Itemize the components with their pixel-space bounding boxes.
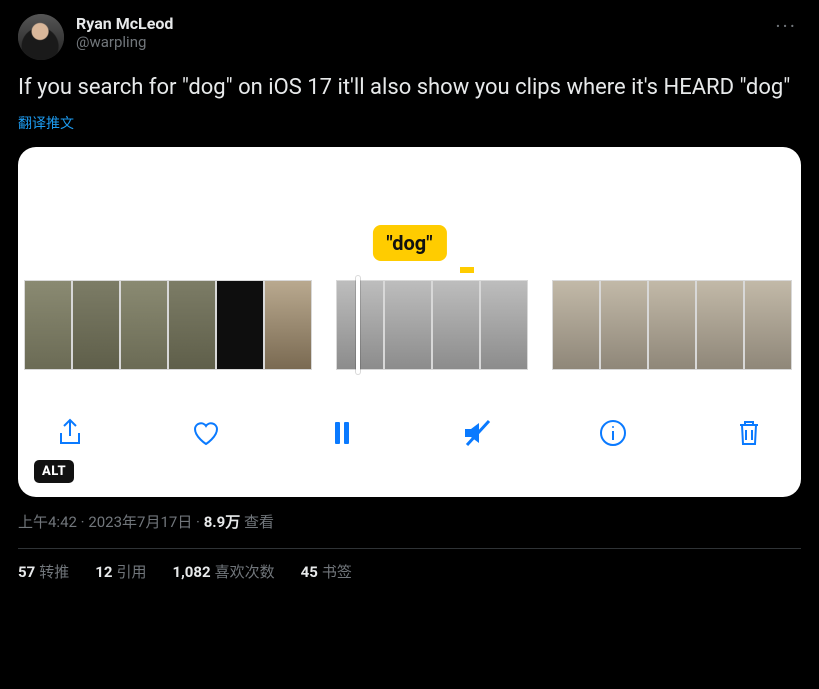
- share-button[interactable]: [50, 413, 90, 453]
- info-icon: [597, 417, 629, 449]
- info-button[interactable]: [593, 413, 633, 453]
- more-button[interactable]: ···: [771, 14, 801, 38]
- tweet: Ryan McLeod @warpling ··· If you search …: [18, 14, 801, 582]
- video-frame: [72, 280, 120, 370]
- video-frame: [552, 280, 600, 370]
- tweet-text: If you search for "dog" on iOS 17 it'll …: [18, 74, 801, 103]
- video-scrubber-strip[interactable]: [18, 280, 801, 370]
- video-frame: [480, 280, 528, 370]
- like-button[interactable]: [186, 413, 226, 453]
- stat-retweets[interactable]: 57转推: [18, 561, 69, 582]
- tweet-stats: 57转推 12引用 1,082喜欢次数 45书签: [18, 561, 801, 582]
- translate-link[interactable]: 翻译推文: [18, 113, 74, 133]
- video-frame: [744, 280, 792, 370]
- tweet-meta: 上午4:42 2023年7月17日 8.9万 查看: [18, 511, 801, 532]
- views-count: 8.9万: [204, 513, 241, 531]
- media-toolbar: [18, 403, 801, 463]
- video-frame: [384, 280, 432, 370]
- playhead[interactable]: [356, 276, 360, 374]
- video-frame: [696, 280, 744, 370]
- tweet-time[interactable]: 上午4:42: [18, 513, 77, 531]
- pause-icon: [326, 417, 358, 449]
- pause-button[interactable]: [322, 413, 362, 453]
- video-frame: [648, 280, 696, 370]
- clip-group-3[interactable]: [552, 280, 792, 370]
- video-frame: [216, 280, 264, 370]
- search-term-flag: "dog": [372, 225, 446, 261]
- avatar[interactable]: [18, 14, 64, 60]
- stat-likes[interactable]: 1,082喜欢次数: [172, 561, 274, 582]
- tweet-date[interactable]: 2023年7月17日: [88, 513, 192, 531]
- flag-tick: [460, 267, 474, 273]
- stat-bookmarks[interactable]: 45书签: [301, 561, 352, 582]
- clip-group-1[interactable]: [24, 280, 312, 370]
- video-frame: [600, 280, 648, 370]
- tweet-header: Ryan McLeod @warpling ···: [18, 14, 801, 60]
- video-frame: [336, 280, 384, 370]
- author-handle: @warpling: [76, 33, 771, 51]
- video-frame: [120, 280, 168, 370]
- heart-icon: [190, 417, 222, 449]
- views-label: 查看: [244, 513, 274, 531]
- media-card[interactable]: "dog": [18, 147, 801, 497]
- video-frame: [432, 280, 480, 370]
- trash-button[interactable]: [729, 413, 769, 453]
- video-frame: [24, 280, 72, 370]
- trash-icon: [733, 417, 765, 449]
- alt-badge[interactable]: ALT: [34, 460, 74, 483]
- clip-group-2[interactable]: [336, 280, 528, 370]
- video-frame: [264, 280, 312, 370]
- stat-quotes[interactable]: 12引用: [95, 561, 146, 582]
- mute-button[interactable]: [457, 413, 497, 453]
- video-frame: [168, 280, 216, 370]
- author-names[interactable]: Ryan McLeod @warpling: [76, 14, 771, 51]
- author-display-name: Ryan McLeod: [76, 14, 771, 33]
- divider: [18, 548, 801, 549]
- share-icon: [54, 417, 86, 449]
- mute-icon: [461, 417, 493, 449]
